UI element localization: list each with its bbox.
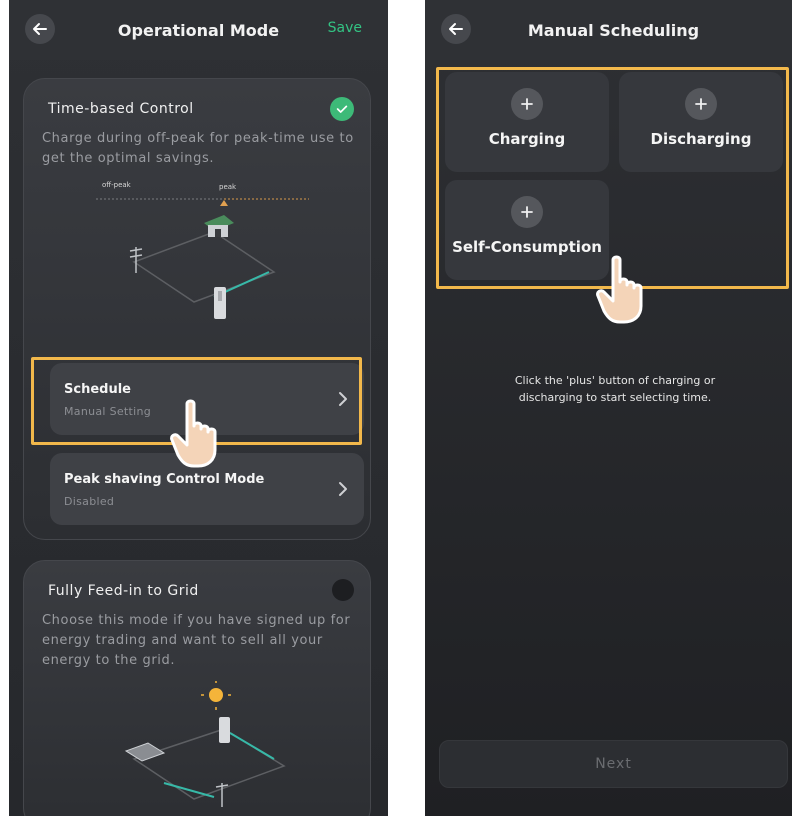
hand-pointer-icon [596, 255, 643, 324]
check-icon[interactable] [330, 97, 354, 121]
battery-icon [219, 717, 230, 743]
self-consumption-label: Self-Consumption [452, 238, 602, 256]
page-title: Manual Scheduling [527, 20, 700, 40]
back-arrow-icon [449, 23, 463, 35]
operational-mode-screen: Operational Mode Save Time-based Control… [9, 0, 388, 816]
radio-unselected[interactable] [332, 579, 354, 601]
hint-text: Click the 'plus' button of charging or d… [514, 374, 716, 404]
plus-icon[interactable] [511, 196, 543, 228]
manual-scheduling-screen: Manual Scheduling Charging Discharging S… [425, 0, 792, 816]
plus-icon[interactable] [511, 88, 543, 120]
chevron-right-icon [339, 392, 347, 406]
timeline-marker-icon [220, 200, 228, 206]
back-button[interactable] [441, 14, 471, 44]
card-description: Charge during off-peak for peak-time use… [42, 131, 354, 166]
peak-shaving-title: Peak shaving Control Mode [64, 472, 265, 487]
back-arrow-icon [33, 23, 47, 35]
peak-shaving-subtitle: Disabled [64, 495, 115, 508]
peak-label: peak [219, 183, 237, 191]
card-description: Choose this mode if you have signed up f… [42, 613, 351, 668]
plus-icon[interactable] [685, 88, 717, 120]
fully-feed-in-card[interactable]: Fully Feed-in to Grid Choose this mode i… [23, 560, 371, 816]
self-consumption-tile[interactable]: Self-Consumption [445, 180, 609, 280]
back-button[interactable] [25, 14, 55, 44]
hand-pointer-icon [170, 399, 217, 468]
solar-panel-icon [124, 742, 166, 762]
card-title: Time-based Control [48, 101, 194, 117]
page-title: Operational Mode [117, 20, 280, 40]
battery-icon [214, 287, 226, 319]
time-based-illustration: off-peak peak [96, 181, 309, 319]
charging-label: Charging [488, 130, 566, 148]
time-based-control-card[interactable]: Time-based Control Charge during off-pea… [23, 78, 371, 540]
schedule-subtitle: Manual Setting [64, 405, 152, 418]
discharging-label: Discharging [650, 130, 752, 148]
chevron-right-icon [339, 482, 347, 496]
sun-icon [201, 681, 231, 710]
card-title: Fully Feed-in to Grid [48, 583, 199, 599]
top-bar: Operational Mode Save [9, 0, 388, 60]
charging-tile[interactable]: Charging [445, 72, 609, 172]
off-peak-label: off-peak [102, 181, 132, 189]
discharging-tile[interactable]: Discharging [619, 72, 783, 172]
schedule-title: Schedule [64, 382, 131, 397]
save-button[interactable]: Save [328, 20, 362, 36]
house-icon [204, 215, 234, 237]
top-bar: Manual Scheduling [425, 0, 792, 60]
feed-in-illustration [124, 681, 286, 807]
next-button[interactable]: Next [439, 740, 788, 788]
